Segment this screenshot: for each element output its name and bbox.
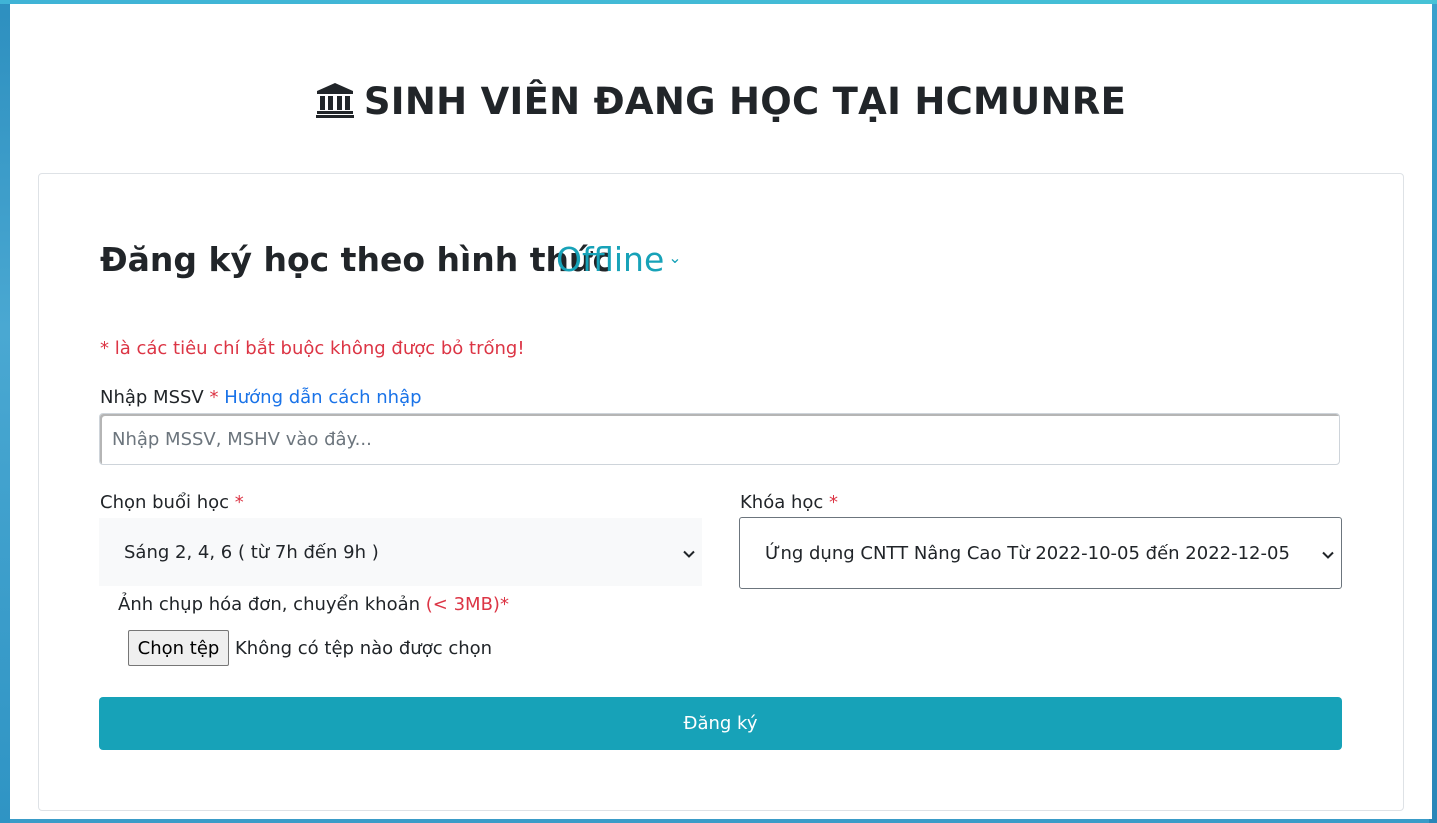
file-label-text: Ảnh chụp hóa đơn, chuyển khoản bbox=[118, 594, 421, 615]
register-button[interactable]: Đăng ký bbox=[99, 697, 1342, 750]
file-upload-label: Ảnh chụp hóa đơn, chuyển khoản (< 3MB)* bbox=[118, 594, 509, 615]
required-mark: * bbox=[829, 492, 839, 513]
session-select[interactable]: Sáng 2, 4, 6 ( từ 7h đến 9h ) bbox=[99, 518, 702, 586]
course-select[interactable]: Ứng dụng CNTT Nâng Cao Từ 2022-10-05 đến… bbox=[739, 517, 1342, 589]
required-mark: * bbox=[209, 387, 219, 408]
file-status-text: Không có tệp nào được chọn bbox=[235, 638, 493, 659]
choose-file-button[interactable]: Chọn tệp bbox=[128, 630, 229, 666]
mssv-label: Nhập MSSV bbox=[100, 387, 204, 408]
session-label-row: Chọn buổi học * bbox=[100, 492, 244, 513]
chevron-down-icon: ⌄ bbox=[668, 248, 682, 267]
mode-label: Offline bbox=[556, 240, 665, 279]
required-note: * là các tiêu chí bắt buộc không được bỏ… bbox=[100, 338, 525, 359]
form-heading: Đăng ký học theo hình thức bbox=[100, 240, 613, 279]
session-label: Chọn buổi học bbox=[100, 492, 230, 513]
bank-icon bbox=[315, 82, 354, 127]
session-selected-value: Sáng 2, 4, 6 ( từ 7h đến 9h ) bbox=[124, 541, 379, 563]
page-title: SINH VIÊN ĐANG HỌC TẠI HCMUNRE bbox=[10, 80, 1432, 127]
chevron-down-icon bbox=[1321, 546, 1335, 560]
required-mark: * bbox=[234, 492, 244, 513]
course-selected-value: Ứng dụng CNTT Nâng Cao Từ 2022-10-05 đến… bbox=[765, 542, 1290, 564]
mssv-input[interactable] bbox=[99, 413, 1340, 465]
course-label: Khóa học bbox=[740, 492, 824, 513]
page-title-text: SINH VIÊN ĐANG HỌC TẠI HCMUNRE bbox=[363, 80, 1127, 123]
input-guide-link[interactable]: Hướng dẫn cách nhập bbox=[224, 387, 421, 408]
background-left-strip bbox=[0, 0, 10, 823]
mode-dropdown[interactable]: Offline ⌄ bbox=[556, 240, 682, 279]
file-size-limit: (< 3MB)* bbox=[425, 594, 509, 615]
chevron-down-icon bbox=[682, 545, 696, 559]
page-container: SINH VIÊN ĐANG HỌC TẠI HCMUNRE Đăng ký h… bbox=[10, 4, 1432, 819]
course-label-row: Khóa học * bbox=[740, 492, 838, 513]
registration-card: Đăng ký học theo hình thức Offline ⌄ * là… bbox=[38, 173, 1404, 811]
mssv-label-row: Nhập MSSV * Hướng dẫn cách nhập bbox=[100, 387, 422, 408]
